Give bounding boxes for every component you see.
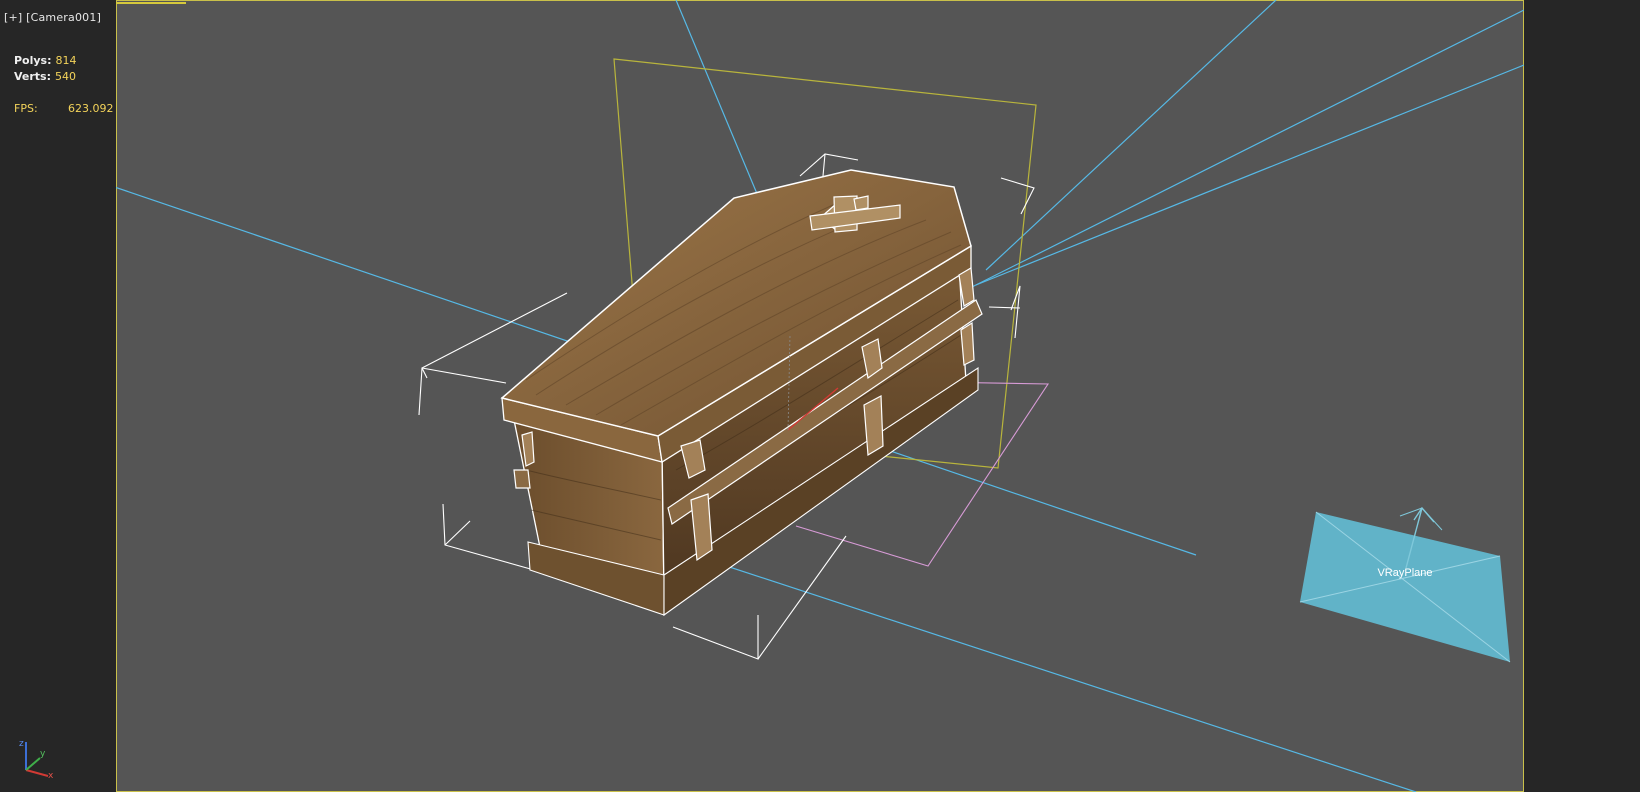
polys-label: Polys: bbox=[14, 54, 52, 67]
right-panel bbox=[1524, 0, 1640, 792]
viewport-menu-button[interactable]: [+] bbox=[4, 11, 22, 24]
verts-stat: Verts: 540 bbox=[14, 70, 76, 83]
viewport-label: [+] [Camera001] bbox=[4, 11, 101, 24]
camera-view-button[interactable]: [Camera001] bbox=[26, 11, 101, 24]
viewport-frame: VRayPlane [+] [Camera001] Polys: 814 Vert… bbox=[0, 0, 1640, 792]
scene-canvas[interactable]: VRayPlane bbox=[116, 0, 1524, 792]
polys-value: 814 bbox=[55, 54, 77, 67]
vray-plane[interactable]: VRayPlane bbox=[1299, 506, 1511, 663]
verts-value: 540 bbox=[55, 70, 77, 83]
vray-plane-label: VRayPlane bbox=[1377, 567, 1432, 579]
axis-tripod-icon: z y x bbox=[19, 739, 54, 780]
viewport-active-indicator bbox=[116, 2, 186, 4]
axis-y-label: y bbox=[40, 749, 46, 759]
coffin-model[interactable] bbox=[500, 169, 983, 617]
verts-label: Verts: bbox=[14, 70, 52, 83]
fps-label: FPS: bbox=[14, 102, 38, 115]
left-panel bbox=[0, 0, 116, 792]
camera-viewport[interactable]: VRayPlane bbox=[116, 0, 1524, 792]
polys-stat: Polys: 814 bbox=[14, 54, 77, 67]
fps-stat: FPS: 623.092 bbox=[14, 102, 114, 115]
axis-z-label: z bbox=[19, 739, 24, 749]
fps-value: 623.092 bbox=[68, 102, 114, 115]
axis-x-label: x bbox=[48, 771, 54, 780]
